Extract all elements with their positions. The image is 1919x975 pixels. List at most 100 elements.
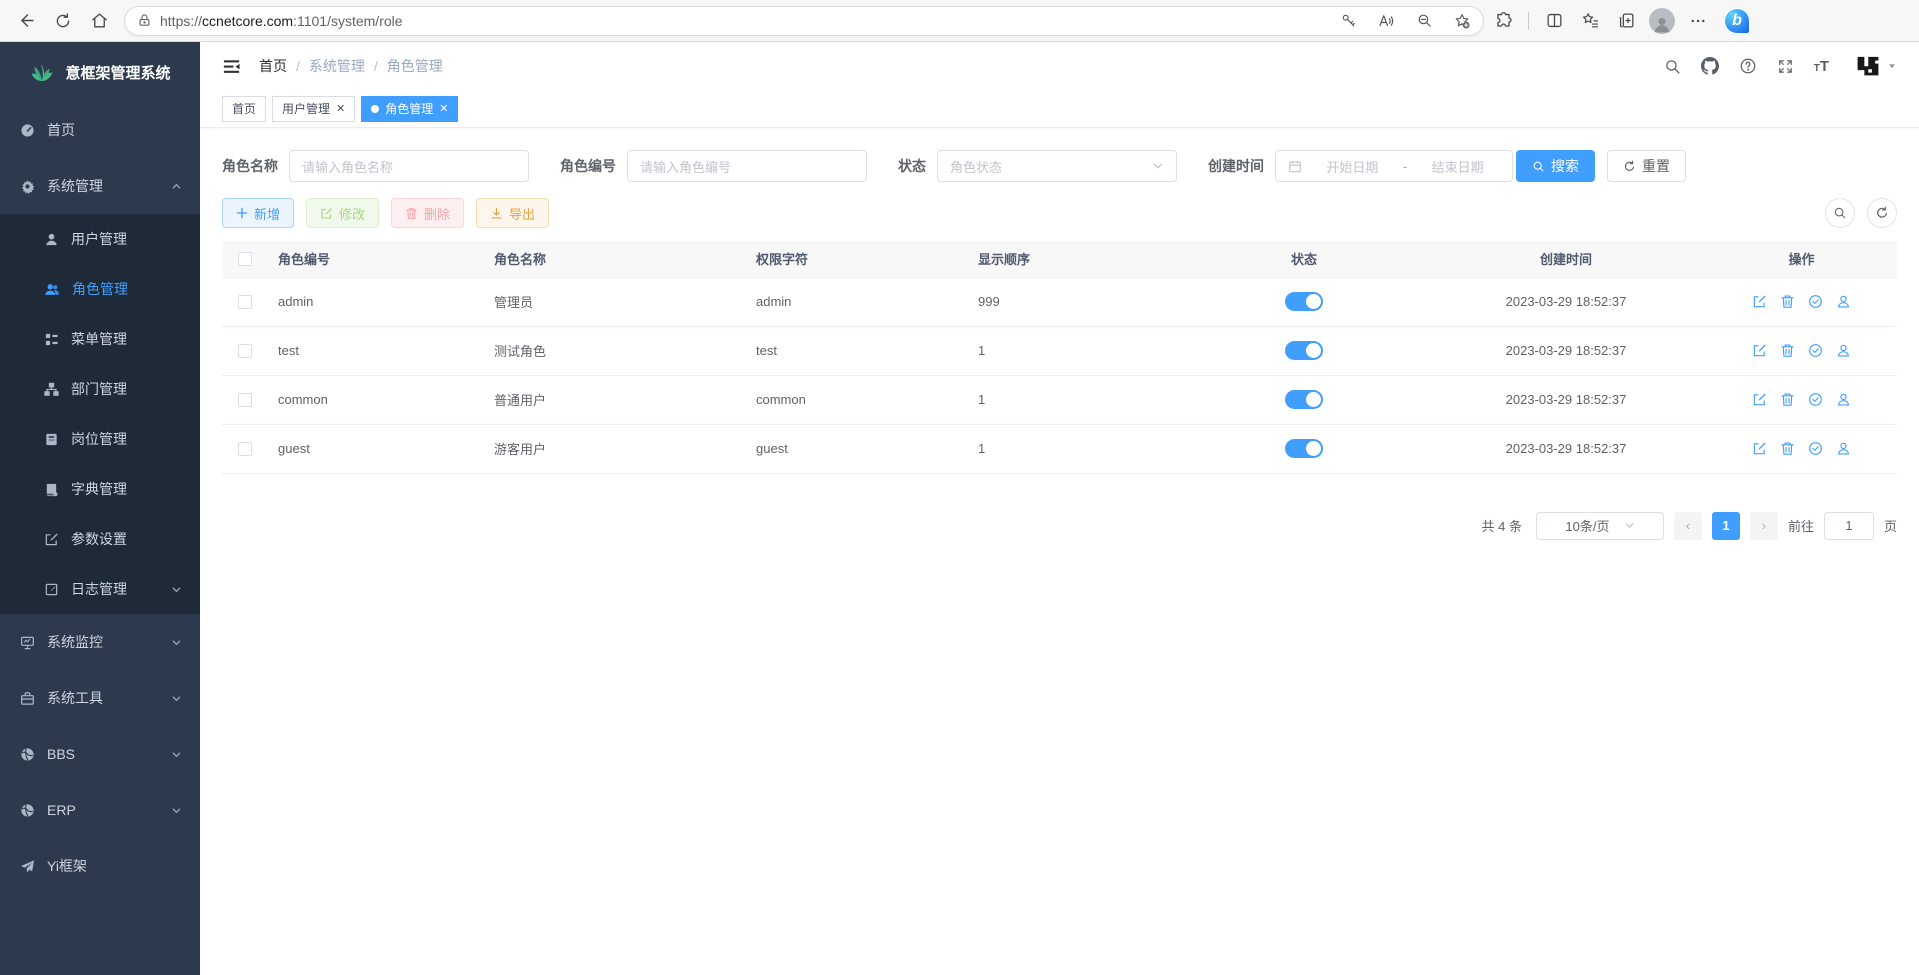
sidebar-item-department-management[interactable]: 部门管理	[0, 364, 200, 414]
row-assign-user-button[interactable]	[1836, 392, 1851, 407]
user-avatar-menu[interactable]	[1855, 53, 1897, 79]
next-page-button[interactable]: ›	[1750, 512, 1778, 540]
sidebar-item-erp[interactable]: ERP	[0, 782, 200, 838]
goto-page-input[interactable]: 1	[1824, 512, 1874, 540]
address-bar[interactable]: https://ccnetcore.com:1101/system/role	[124, 6, 1484, 36]
github-link-button[interactable]	[1701, 57, 1719, 75]
font-size-button[interactable]: TT	[1814, 58, 1829, 75]
row-checkbox[interactable]	[238, 344, 252, 358]
sidebar-item-menu-management[interactable]: 菜单管理	[0, 314, 200, 364]
edit-square-icon	[1752, 343, 1767, 358]
row-data-scope-button[interactable]	[1808, 392, 1823, 407]
delete-button[interactable]: 删除	[391, 198, 464, 228]
tab-home[interactable]: 首页	[222, 96, 266, 122]
sidebar-item-bbs[interactable]: BBS	[0, 726, 200, 782]
sidebar-item-post-management[interactable]: 岗位管理	[0, 414, 200, 464]
reset-button[interactable]: 重置	[1607, 150, 1686, 182]
row-assign-user-button[interactable]	[1836, 343, 1851, 358]
browser-back-button[interactable]	[10, 5, 44, 37]
show-search-toggle-button[interactable]	[1825, 198, 1855, 228]
status-toggle-on[interactable]	[1285, 341, 1323, 360]
org-tree-icon	[44, 382, 59, 397]
read-aloud-button[interactable]	[1371, 8, 1401, 34]
status-toggle-on[interactable]	[1285, 292, 1323, 311]
copilot-button[interactable]: b	[1723, 7, 1751, 35]
page-size-select[interactable]: 10条/页	[1536, 512, 1664, 540]
tab-close-icon[interactable]: ✕	[439, 102, 448, 115]
browser-extensions-button[interactable]	[1486, 5, 1520, 37]
row-edit-button[interactable]	[1752, 441, 1767, 456]
row-assign-user-button[interactable]	[1836, 294, 1851, 309]
sidebar-item-user-management[interactable]: 用户管理	[0, 214, 200, 264]
fullscreen-button[interactable]	[1777, 58, 1794, 75]
sidebar-item-param-settings[interactable]: 参数设置	[0, 514, 200, 564]
breadcrumb-separator: /	[296, 58, 300, 74]
prev-page-button[interactable]: ‹	[1674, 512, 1702, 540]
browser-refresh-button[interactable]	[46, 5, 80, 37]
add-button[interactable]: 新增	[222, 198, 294, 228]
help-button[interactable]	[1739, 57, 1757, 75]
date-range-picker[interactable]: 开始日期 - 结束日期	[1275, 150, 1513, 182]
status-label: 状态	[898, 156, 926, 176]
sidebar-item-role-management[interactable]: 角色管理	[0, 264, 200, 314]
password-manager-button[interactable]	[1333, 8, 1363, 34]
browser-settings-button[interactable]	[1681, 5, 1715, 37]
status-select[interactable]: 角色状态	[937, 150, 1177, 182]
tab-close-icon[interactable]: ✕	[336, 102, 345, 115]
sidebar-item-system-monitor[interactable]: 系统监控	[0, 614, 200, 670]
row-checkbox[interactable]	[238, 442, 252, 456]
tab-user-management[interactable]: 用户管理 ✕	[272, 96, 355, 122]
sidebar-item-log-management[interactable]: 日志管理	[0, 564, 200, 614]
hamburger-fold-icon	[222, 57, 241, 76]
row-data-scope-button[interactable]	[1808, 441, 1823, 456]
add-favorite-button[interactable]	[1447, 8, 1477, 34]
row-data-scope-button[interactable]	[1808, 294, 1823, 309]
collections-button[interactable]	[1609, 5, 1643, 37]
sidebar-item-home[interactable]: 首页	[0, 102, 200, 158]
row-delete-button[interactable]	[1780, 392, 1795, 407]
created-time-label: 创建时间	[1208, 156, 1264, 176]
calendar-icon	[1288, 159, 1302, 173]
refresh-table-button[interactable]	[1867, 198, 1897, 228]
role-name-input[interactable]: 请输入角色名称	[289, 150, 529, 182]
row-delete-button[interactable]	[1780, 294, 1795, 309]
favorites-button[interactable]	[1573, 5, 1607, 37]
row-delete-button[interactable]	[1780, 441, 1795, 456]
row-edit-button[interactable]	[1752, 343, 1767, 358]
row-checkbox[interactable]	[238, 393, 252, 407]
cell-created: 2023-03-29 18:52:37	[1426, 326, 1706, 375]
sidebar-fold-button[interactable]	[222, 57, 241, 76]
sidebar-item-system-management[interactable]: 系统管理	[0, 158, 200, 214]
split-screen-icon	[1545, 11, 1564, 30]
sidebar-item-label: 系统工具	[47, 688, 103, 708]
row-checkbox[interactable]	[238, 295, 252, 309]
status-toggle-on[interactable]	[1285, 390, 1323, 409]
export-button[interactable]: 导出	[476, 198, 549, 228]
sidebar-item-system-tools[interactable]: 系统工具	[0, 670, 200, 726]
search-button[interactable]: 搜索	[1516, 150, 1595, 182]
browser-home-button[interactable]	[82, 5, 116, 37]
chevron-down-icon	[171, 637, 182, 648]
row-delete-button[interactable]	[1780, 343, 1795, 358]
edit-square-icon	[320, 207, 333, 220]
header-search-button[interactable]	[1664, 58, 1681, 75]
split-screen-button[interactable]	[1537, 5, 1571, 37]
lock-icon	[137, 13, 152, 28]
status-toggle-on[interactable]	[1285, 439, 1323, 458]
app-logo[interactable]: 意框架管理系统	[0, 42, 200, 102]
row-data-scope-button[interactable]	[1808, 343, 1823, 358]
breadcrumb-home[interactable]: 首页	[259, 56, 287, 76]
role-code-input[interactable]: 请输入角色编号	[627, 150, 867, 182]
row-assign-user-button[interactable]	[1836, 441, 1851, 456]
user-icon	[1836, 294, 1851, 309]
browser-profile-button[interactable]	[1649, 8, 1675, 34]
sidebar-item-yi-framework[interactable]: Yi框架	[0, 838, 200, 894]
select-all-checkbox[interactable]	[238, 252, 252, 266]
tab-role-management[interactable]: 角色管理 ✕	[361, 96, 458, 122]
row-edit-button[interactable]	[1752, 294, 1767, 309]
row-edit-button[interactable]	[1752, 392, 1767, 407]
sidebar-item-dict-management[interactable]: 字典管理	[0, 464, 200, 514]
modify-button[interactable]: 修改	[306, 198, 379, 228]
page-number-button[interactable]: 1	[1712, 512, 1740, 540]
zoom-out-button[interactable]	[1409, 8, 1439, 34]
